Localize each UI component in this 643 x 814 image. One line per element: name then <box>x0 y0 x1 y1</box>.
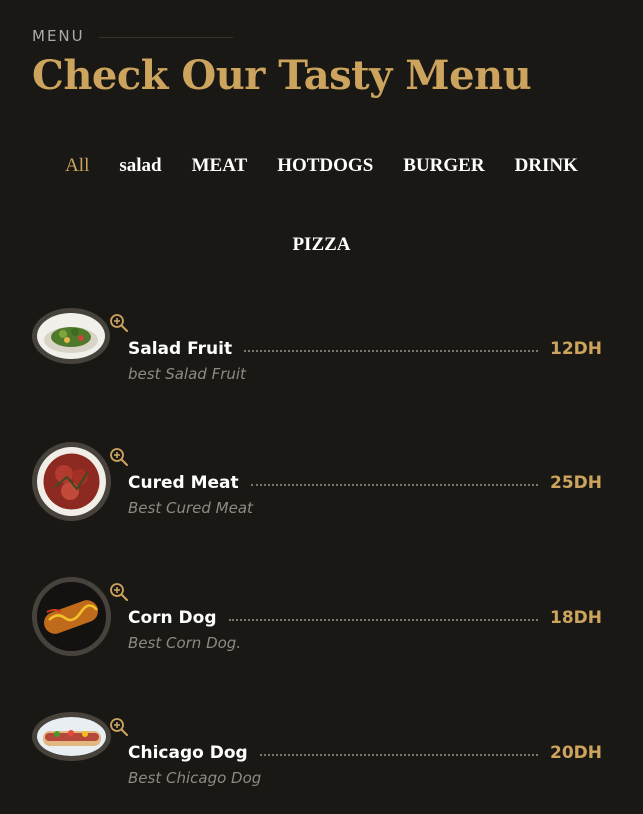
dotted-leader <box>228 618 538 621</box>
filter-pizza[interactable]: PIZZA <box>277 234 365 255</box>
menu-item-price: 20DH <box>550 743 602 763</box>
menu-filters: All salad MEAT HOTDOGS BURGER DRINK PIZZ… <box>0 155 643 255</box>
salad-photo <box>37 313 105 359</box>
filter-hotdogs[interactable]: HOTDOGS <box>262 155 388 176</box>
dotted-leader <box>244 349 538 352</box>
page-title: Check Our Tasty Menu <box>32 52 532 99</box>
menu-item-name[interactable]: Cured Meat <box>128 473 239 493</box>
menu-item-image[interactable] <box>32 442 111 521</box>
menu-item-description: Best Corn Dog. <box>128 634 242 652</box>
menu-item: Salad Fruit 12DH best Salad Fruit <box>32 308 602 398</box>
filter-burger[interactable]: BURGER <box>388 155 499 176</box>
corndog-photo <box>37 582 106 651</box>
menu-item-description: Best Cured Meat <box>128 499 253 517</box>
menu-item-header: Chicago Dog 20DH <box>128 743 602 763</box>
menu-item-header: Salad Fruit 12DH <box>128 339 602 359</box>
section-kicker: MENU <box>32 27 233 45</box>
menu-item-description: best Salad Fruit <box>128 365 246 383</box>
zoom-in-icon[interactable] <box>109 447 129 467</box>
menu-item: Chicago Dog 20DH Best Chicago Dog <box>32 712 602 802</box>
hotdog-photo <box>37 717 106 756</box>
menu-item: Corn Dog 18DH Best Corn Dog. <box>32 577 602 667</box>
menu-item-price: 25DH <box>550 473 602 493</box>
menu-item-description: Best Chicago Dog <box>128 769 262 787</box>
menu-item-name[interactable]: Salad Fruit <box>128 339 232 359</box>
zoom-in-icon[interactable] <box>109 313 129 333</box>
filter-meat[interactable]: MEAT <box>177 155 263 176</box>
dotted-leader <box>250 483 538 486</box>
zoom-in-icon[interactable] <box>109 582 129 602</box>
menu-item-header: Corn Dog 18DH <box>128 608 602 628</box>
menu-item-price: 18DH <box>550 608 602 628</box>
menu-item-header: Cured Meat 25DH <box>128 473 602 493</box>
filter-salad[interactable]: salad <box>104 155 176 176</box>
menu-item: Cured Meat 25DH Best Cured Meat <box>32 442 602 532</box>
kicker-divider <box>98 36 233 38</box>
menu-item-image[interactable] <box>32 308 110 364</box>
zoom-in-icon[interactable] <box>109 717 129 737</box>
menu-item-name[interactable]: Chicago Dog <box>128 743 248 763</box>
filter-drink[interactable]: DRINK <box>500 155 593 176</box>
menu-item-name[interactable]: Corn Dog <box>128 608 217 628</box>
menu-item-image[interactable] <box>32 712 111 761</box>
menu-item-image[interactable] <box>32 577 111 656</box>
dotted-leader <box>259 753 538 756</box>
filter-all[interactable]: All <box>50 155 104 176</box>
section-kicker-text: MENU <box>32 27 85 45</box>
meat-photo <box>37 447 106 516</box>
menu-item-price: 12DH <box>550 339 602 359</box>
